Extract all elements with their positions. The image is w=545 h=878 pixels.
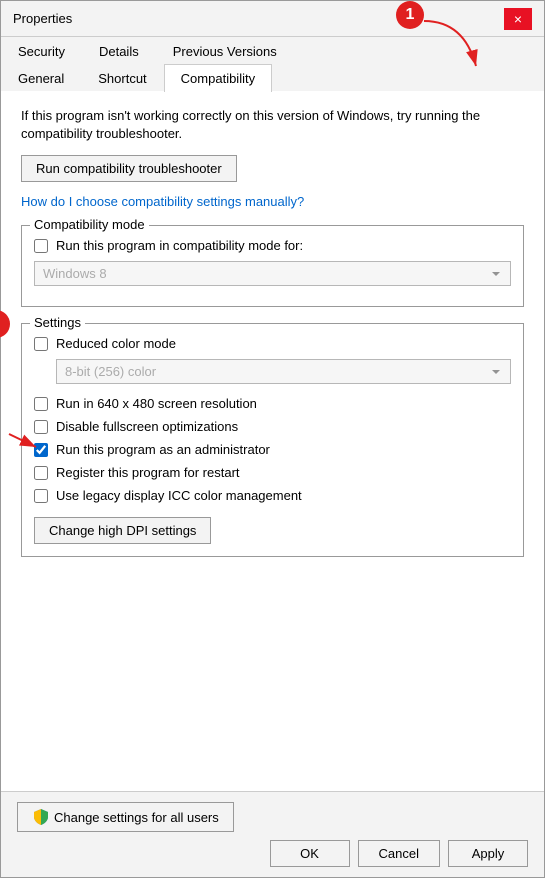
settings-group-label: Settings	[30, 315, 85, 330]
change-dpi-button[interactable]: Change high DPI settings	[34, 517, 211, 544]
reduced-color-row: Reduced color mode	[34, 336, 511, 351]
action-buttons: OK Cancel Apply	[17, 840, 528, 867]
footer: Change settings for all users OK Cancel …	[1, 791, 544, 877]
register-restart-checkbox[interactable]	[34, 466, 48, 480]
disable-fullscreen-row: Disable fullscreen optimizations	[34, 419, 511, 434]
change-settings-label: Change settings for all users	[54, 810, 219, 825]
legacy-icc-label[interactable]: Use legacy display ICC color management	[56, 488, 302, 503]
run-640-row: Run in 640 x 480 screen resolution	[34, 396, 511, 411]
close-button[interactable]: ×	[504, 8, 532, 30]
annotation-badge-1: 1	[396, 1, 424, 29]
apply-button[interactable]: Apply	[448, 840, 528, 867]
tab-details[interactable]: Details	[82, 37, 156, 65]
run-admin-row: Run this program as an administrator	[34, 442, 511, 457]
tab-general[interactable]: General	[1, 64, 81, 92]
reduced-color-label[interactable]: Reduced color mode	[56, 336, 176, 351]
compat-mode-select[interactable]: Windows 8	[34, 261, 511, 286]
legacy-icc-checkbox[interactable]	[34, 489, 48, 503]
ok-button[interactable]: OK	[270, 840, 350, 867]
compat-mode-checkbox-label[interactable]: Run this program in compatibility mode f…	[56, 238, 303, 253]
title-bar: Properties ×	[1, 1, 544, 37]
compatibility-mode-label: Compatibility mode	[30, 217, 149, 232]
annotation-badge-2: 2	[0, 310, 10, 338]
properties-dialog: Properties × Security Details Previous V…	[0, 0, 545, 878]
run-640-checkbox[interactable]	[34, 397, 48, 411]
reduced-color-checkbox[interactable]	[34, 337, 48, 351]
shield-icon	[32, 808, 50, 826]
disable-fullscreen-checkbox[interactable]	[34, 420, 48, 434]
compat-mode-checkbox-row: Run this program in compatibility mode f…	[34, 238, 511, 253]
disable-fullscreen-label[interactable]: Disable fullscreen optimizations	[56, 419, 238, 434]
compat-mode-checkbox[interactable]	[34, 239, 48, 253]
tab-row-1: Security Details Previous Versions	[1, 37, 544, 64]
cancel-button[interactable]: Cancel	[358, 840, 440, 867]
tab-compatibility[interactable]: Compatibility	[164, 64, 272, 92]
help-link[interactable]: How do I choose compatibility settings m…	[21, 194, 524, 209]
legacy-icc-row: Use legacy display ICC color management	[34, 488, 511, 503]
tab-shortcut[interactable]: Shortcut	[81, 64, 163, 92]
settings-group: Settings 2 Reduced color mode 8-bit (256…	[21, 323, 524, 557]
register-restart-row: Register this program for restart	[34, 465, 511, 480]
tab-row-2: General Shortcut Compatibility	[1, 64, 544, 91]
tab-content-compatibility: 1 If this program isn't working correctl…	[1, 91, 544, 791]
change-settings-row: Change settings for all users	[17, 802, 528, 832]
run-admin-checkbox[interactable]	[34, 443, 48, 457]
tab-container: Security Details Previous Versions Gener…	[1, 37, 544, 91]
run-640-label[interactable]: Run in 640 x 480 screen resolution	[56, 396, 257, 411]
tab-security[interactable]: Security	[1, 37, 82, 65]
change-settings-button[interactable]: Change settings for all users	[17, 802, 234, 832]
run-admin-label[interactable]: Run this program as an administrator	[56, 442, 270, 457]
register-restart-label[interactable]: Register this program for restart	[56, 465, 240, 480]
compatibility-mode-group: Compatibility mode Run this program in c…	[21, 225, 524, 307]
run-troubleshooter-button[interactable]: Run compatibility troubleshooter	[21, 155, 237, 182]
color-select[interactable]: 8-bit (256) color	[56, 359, 511, 384]
info-description: If this program isn't working correctly …	[21, 107, 524, 143]
tab-previous-versions[interactable]: Previous Versions	[156, 37, 294, 65]
window-title: Properties	[13, 11, 72, 26]
